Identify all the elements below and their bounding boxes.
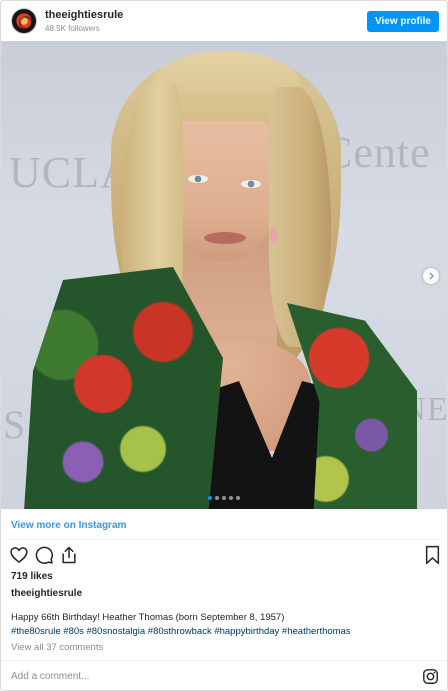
- comment-bar: [1, 660, 447, 691]
- heart-icon[interactable]: [9, 545, 29, 565]
- action-bar: [9, 545, 441, 565]
- view-comments-link[interactable]: View all 37 comments: [11, 642, 103, 653]
- view-profile-button[interactable]: View profile: [367, 10, 439, 32]
- divider: [9, 539, 441, 540]
- caption-username[interactable]: theeightiesrule: [11, 588, 82, 599]
- comment-input[interactable]: [11, 670, 391, 682]
- carousel-dot: [208, 496, 212, 500]
- bookmark-icon[interactable]: [424, 545, 441, 565]
- carousel-dot: [229, 496, 233, 500]
- chevron-right-icon: [429, 272, 434, 280]
- lips-shape: [204, 232, 246, 244]
- comment-icon[interactable]: [34, 545, 54, 565]
- followers-count: 48.5K followers: [45, 23, 100, 33]
- share-icon[interactable]: [59, 545, 79, 565]
- left-eye-shape: [188, 175, 208, 183]
- avatar[interactable]: [11, 8, 37, 34]
- caption-text: Happy 66th Birthday! Heather Thomas (bor…: [11, 612, 285, 623]
- carousel-dot: [222, 496, 226, 500]
- user-info: theeightiesrule 48.5K followers: [45, 9, 123, 34]
- carousel-dot: [236, 496, 240, 500]
- instagram-embed-card: theeightiesrule 48.5K followers View pro…: [0, 0, 448, 691]
- view-more-link[interactable]: View more on Instagram: [11, 520, 126, 531]
- instagram-icon[interactable]: [422, 668, 439, 685]
- caption-hashtags[interactable]: #the80srule #80s #80snostalgia #80sthrow…: [11, 626, 351, 637]
- right-eye-shape: [241, 180, 261, 188]
- post-header: theeightiesrule 48.5K followers View pro…: [1, 1, 447, 41]
- carousel-dots: [208, 496, 240, 500]
- carousel-dot: [215, 496, 219, 500]
- post-photo[interactable]: UCLA Cente S INE: [1, 41, 447, 509]
- carousel-next-button[interactable]: [423, 268, 439, 284]
- earring-shape: [269, 227, 278, 243]
- backdrop-text-s: S: [3, 402, 27, 447]
- username-link[interactable]: theeightiesrule: [45, 9, 123, 22]
- likes-count[interactable]: 719 likes: [11, 571, 53, 582]
